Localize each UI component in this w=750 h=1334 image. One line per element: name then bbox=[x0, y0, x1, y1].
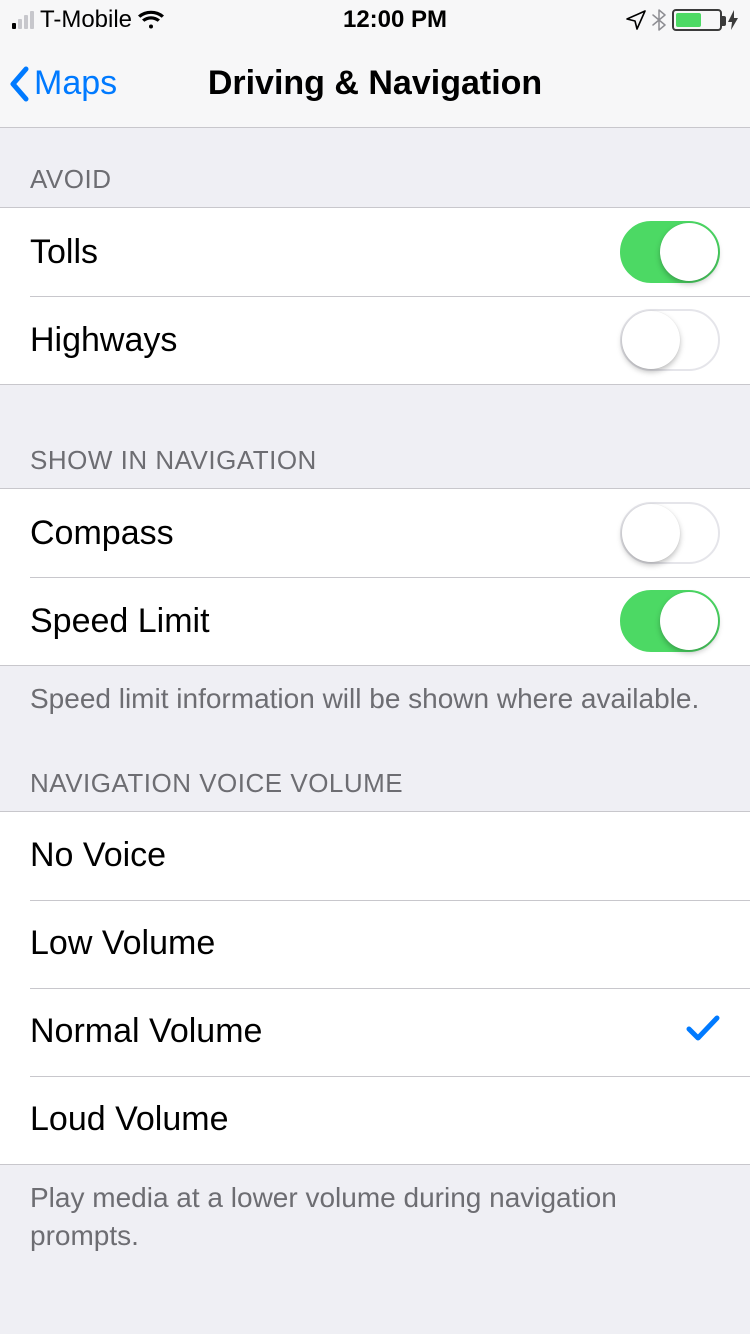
row-highways[interactable]: Highways bbox=[0, 296, 750, 384]
row-tolls[interactable]: Tolls bbox=[0, 208, 750, 296]
chevron-left-icon bbox=[8, 66, 30, 102]
row-compass[interactable]: Compass bbox=[0, 489, 750, 577]
charging-icon bbox=[728, 10, 738, 30]
highways-label: Highways bbox=[30, 321, 177, 360]
section-header-avoid: AVOID bbox=[0, 128, 750, 207]
row-no-voice[interactable]: No Voice bbox=[0, 812, 750, 900]
volume-option-label: Low Volume bbox=[30, 924, 215, 963]
battery-icon bbox=[672, 9, 722, 31]
highways-toggle[interactable] bbox=[620, 309, 720, 371]
status-right bbox=[626, 9, 738, 31]
tolls-toggle[interactable] bbox=[620, 221, 720, 283]
volume-option-label: Loud Volume bbox=[30, 1100, 229, 1139]
speed-limit-label: Speed Limit bbox=[30, 602, 210, 641]
row-loud-volume[interactable]: Loud Volume bbox=[0, 1076, 750, 1164]
carrier-label: T-Mobile bbox=[40, 6, 132, 34]
volume-option-label: No Voice bbox=[30, 836, 166, 875]
section-footer-volume: Play media at a lower volume during navi… bbox=[0, 1165, 750, 1255]
speed-limit-toggle[interactable] bbox=[620, 590, 720, 652]
section-header-volume: NAVIGATION VOICE VOLUME bbox=[0, 718, 750, 811]
back-label: Maps bbox=[34, 64, 117, 103]
section-footer-show: Speed limit information will be shown wh… bbox=[0, 666, 750, 718]
bluetooth-icon bbox=[652, 9, 666, 31]
group-avoid: Tolls Highways bbox=[0, 207, 750, 385]
section-header-show: SHOW IN NAVIGATION bbox=[0, 385, 750, 488]
group-show: Compass Speed Limit bbox=[0, 488, 750, 666]
status-time: 12:00 PM bbox=[343, 6, 447, 34]
compass-label: Compass bbox=[30, 514, 174, 553]
compass-toggle[interactable] bbox=[620, 502, 720, 564]
checkmark-icon bbox=[686, 1012, 720, 1051]
tolls-label: Tolls bbox=[30, 233, 98, 272]
back-button[interactable]: Maps bbox=[8, 40, 117, 127]
volume-option-label: Normal Volume bbox=[30, 1012, 262, 1051]
page-title: Driving & Navigation bbox=[208, 64, 542, 103]
row-normal-volume[interactable]: Normal Volume bbox=[0, 988, 750, 1076]
signal-strength-icon bbox=[12, 11, 34, 29]
row-speed-limit[interactable]: Speed Limit bbox=[0, 577, 750, 665]
location-icon bbox=[626, 10, 646, 30]
group-volume: No Voice Low Volume Normal Volume Loud V… bbox=[0, 811, 750, 1165]
wifi-icon bbox=[138, 10, 164, 30]
status-bar: T-Mobile 12:00 PM bbox=[0, 0, 750, 40]
row-low-volume[interactable]: Low Volume bbox=[0, 900, 750, 988]
nav-bar: Maps Driving & Navigation bbox=[0, 40, 750, 128]
status-left: T-Mobile bbox=[12, 6, 164, 34]
